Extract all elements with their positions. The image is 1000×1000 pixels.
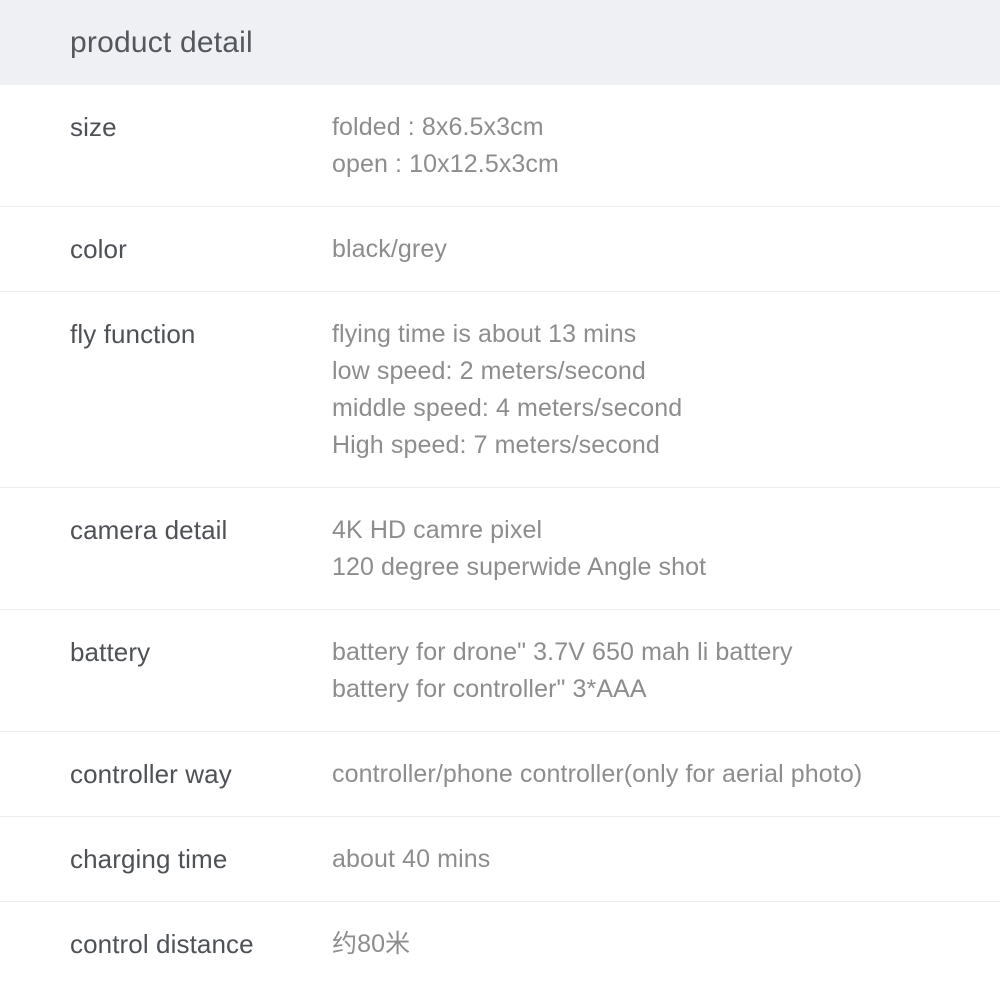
table-row: fly function flying time is about 13 min… xyxy=(0,292,1000,488)
spec-label-charging-time: charging time xyxy=(70,844,228,874)
spec-label-fly-function: fly function xyxy=(70,319,196,349)
spec-value-line: middle speed: 4 meters/second xyxy=(332,394,683,422)
spec-values-control-distance: 约80米 xyxy=(332,925,1000,963)
spec-value-line: 4K HD camre pixel xyxy=(332,516,543,544)
spec-value-line: High speed: 7 meters/second xyxy=(332,431,660,459)
spec-value-line: black/grey xyxy=(332,235,447,263)
table-row: size folded : 8x6.5x3cm open : 10x12.5x3… xyxy=(0,85,1000,207)
spec-value-line: open : 10x12.5x3cm xyxy=(332,150,559,178)
spec-value-line: 约80米 xyxy=(332,930,411,958)
spec-label-color: color xyxy=(70,234,127,264)
table-row: charging time about 40 mins xyxy=(0,817,1000,902)
table-row: camera detail 4K HD camre pixel 120 degr… xyxy=(0,488,1000,610)
spec-values-controller-way: controller/phone controller(only for aer… xyxy=(332,755,1000,793)
spec-value-line: low speed: 2 meters/second xyxy=(332,357,646,385)
spec-values-charging-time: about 40 mins xyxy=(332,840,1000,878)
spec-value-line: battery for drone" 3.7V 650 mah li batte… xyxy=(332,638,793,666)
spec-values-size: folded : 8x6.5x3cm open : 10x12.5x3cm xyxy=(332,108,1000,183)
table-row: battery battery for drone" 3.7V 650 mah … xyxy=(0,610,1000,732)
spec-label-battery: battery xyxy=(70,637,151,667)
spec-value-line: battery for controller" 3*AAA xyxy=(332,675,647,703)
spec-label-control-distance: control distance xyxy=(70,929,254,959)
table-row: control distance 约80米 xyxy=(0,902,1000,986)
table-row: color black/grey xyxy=(0,207,1000,292)
spec-sheet-header: product detail xyxy=(0,0,1000,85)
spec-values-fly-function: flying time is about 13 mins low speed: … xyxy=(332,315,1000,464)
spec-value-line: flying time is about 13 mins xyxy=(332,320,637,348)
spec-label-camera-detail: camera detail xyxy=(70,515,228,545)
spec-value-line: controller/phone controller(only for aer… xyxy=(332,760,863,788)
page-title: product detail xyxy=(70,25,253,59)
spec-value-line: folded : 8x6.5x3cm xyxy=(332,113,544,141)
product-detail-spec-sheet: product detail size folded : 8x6.5x3cm o… xyxy=(0,0,1000,1000)
spec-value-line: about 40 mins xyxy=(332,845,491,873)
spec-values-camera-detail: 4K HD camre pixel 120 degree superwide A… xyxy=(332,511,1000,586)
spec-value-line: 120 degree superwide Angle shot xyxy=(332,553,707,581)
spec-table: size folded : 8x6.5x3cm open : 10x12.5x3… xyxy=(0,85,1000,986)
spec-label-size: size xyxy=(70,112,117,142)
table-row: controller way controller/phone controll… xyxy=(0,732,1000,817)
spec-label-controller-way: controller way xyxy=(70,759,232,789)
spec-values-battery: battery for drone" 3.7V 650 mah li batte… xyxy=(332,633,1000,708)
spec-values-color: black/grey xyxy=(332,230,1000,268)
